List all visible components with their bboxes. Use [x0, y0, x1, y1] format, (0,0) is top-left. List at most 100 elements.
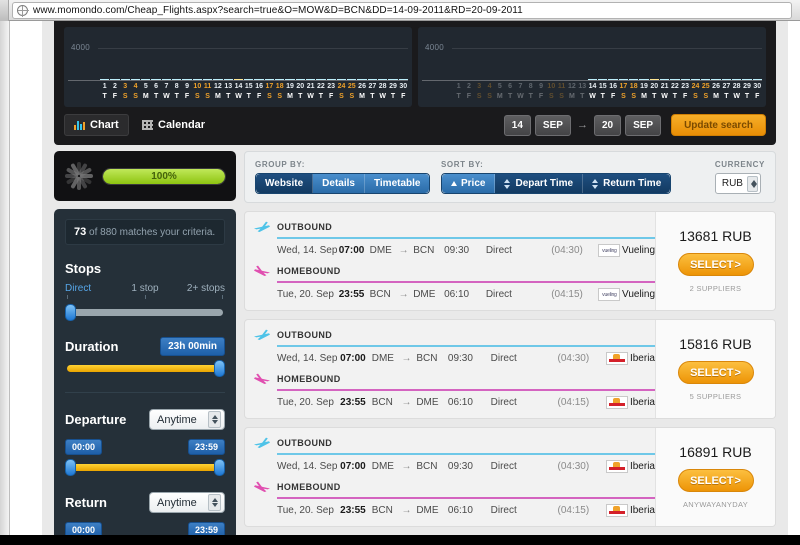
chart-day-tick[interactable]: 26 M — [357, 82, 366, 104]
chart-day-tick[interactable]: 11 S — [557, 82, 566, 104]
chart-day-tick[interactable]: 4S — [485, 82, 494, 104]
depart-day-chip[interactable]: 14 — [503, 114, 531, 136]
chart-day-tick[interactable]: 19 M — [285, 82, 294, 104]
chart-day-tick[interactable]: 10 S — [547, 82, 556, 104]
chart-day-tick[interactable]: 17 S — [619, 82, 628, 104]
chart-day-tick[interactable]: 28 W — [378, 82, 387, 104]
chart-day-tick[interactable]: 25 S — [701, 82, 710, 104]
chart-day-tick[interactable]: 3S — [475, 82, 484, 104]
flight-result-card[interactable]: OUTBOUND Wed, 14. Sep 07:00 DME → BCN 09:30 Dir… — [244, 211, 776, 311]
chart-day-tick[interactable]: 13 T — [224, 82, 233, 104]
flight-result-card[interactable]: OUTBOUND Wed, 14. Sep 07:00 DME → BCN 09:30 Dir… — [244, 427, 776, 527]
chart-day-tick[interactable]: 25 S — [347, 82, 356, 104]
chart-day-tick[interactable]: 1T — [100, 82, 109, 104]
chart-day-tick[interactable]: 16 F — [608, 82, 617, 104]
chart-day-tick[interactable]: 12 M — [213, 82, 222, 104]
chart-day-tick[interactable]: 4S — [131, 82, 140, 104]
return-time-select[interactable]: Anytime — [149, 492, 225, 513]
sort-by-return-time[interactable]: Return Time — [583, 174, 671, 193]
stops-slider[interactable] — [65, 303, 225, 321]
chart-day-tick[interactable]: 18 S — [629, 82, 638, 104]
chart-day-tick[interactable]: 9F — [536, 82, 545, 104]
departure-slider-knob-right[interactable] — [214, 459, 225, 476]
chart-day-tick[interactable]: 13 T — [578, 82, 587, 104]
chart-x-axis-days[interactable]: 1 T 2 F 3 S 4 S 5 M 6 T 7 W 8 T 9 F 10 S 11 S 12 M 13 T 14 W 15 T 16 F 1… — [454, 82, 762, 104]
chart-day-tick[interactable]: 2F — [464, 82, 473, 104]
chart-day-tick[interactable]: 8T — [526, 82, 535, 104]
chart-day-tick[interactable]: 20 T — [296, 82, 305, 104]
flight-result-card[interactable]: OUTBOUND Wed, 14. Sep 07:00 DME → BCN 09:30 Dir… — [244, 319, 776, 419]
chart-bars[interactable] — [100, 30, 408, 80]
chart-day-tick[interactable]: 21 W — [306, 82, 315, 104]
chart-day-tick[interactable]: 10 S — [193, 82, 202, 104]
update-search-button[interactable]: Update search — [671, 114, 766, 136]
chart-day-tick[interactable]: 19 M — [639, 82, 648, 104]
select-button[interactable]: SELECT > — [677, 361, 754, 384]
flight-stops: Direct — [490, 461, 517, 472]
chart-day-tick[interactable]: 22 T — [670, 82, 679, 104]
chart-day-tick[interactable]: 16 F — [254, 82, 263, 104]
chart-day-tick[interactable]: 27 T — [368, 82, 377, 104]
outbound-price-chart[interactable]: 4000 1 T 2 F 3 S 4 S 5 M 6 T 7 W 8 T 9 F 10 S 11 S 12 M 13 T 14 W 15… — [64, 27, 412, 107]
departure-time-select[interactable]: Anytime — [149, 409, 225, 430]
stops-option-1stop[interactable]: 1 stop — [118, 283, 171, 294]
duration-slider[interactable] — [65, 359, 225, 377]
chart-day-tick[interactable]: 24 S — [691, 82, 700, 104]
chart-day-tick[interactable]: 30 F — [399, 82, 408, 104]
chart-day-tick[interactable]: 27 T — [722, 82, 731, 104]
chart-day-tick[interactable]: 15 T — [244, 82, 253, 104]
group-by-timetable[interactable]: Timetable — [364, 174, 430, 193]
chart-day-tick[interactable]: 7W — [162, 82, 171, 104]
chart-day-tick[interactable]: 15 T — [598, 82, 607, 104]
chart-day-tick[interactable]: 29 T — [742, 82, 751, 104]
chart-day-tick[interactable]: 23 F — [327, 82, 336, 104]
currency-select[interactable]: RUB — [714, 173, 761, 194]
chart-x-axis-days[interactable]: 1 T 2 F 3 S 4 S 5 M 6 T 7 W 8 T 9 F 10 S 11 S 12 M 13 T 14 W 15 T 16 F 1… — [100, 82, 408, 104]
chart-day-tick[interactable]: 11 S — [203, 82, 212, 104]
stops-option-2plus[interactable]: 2+ stops — [172, 283, 225, 294]
departure-slider-knob-left[interactable] — [65, 459, 76, 476]
chart-day-tick[interactable]: 7W — [516, 82, 525, 104]
chart-bars[interactable] — [454, 30, 762, 80]
select-button[interactable]: SELECT > — [677, 469, 754, 492]
chart-day-tick[interactable]: 3S — [121, 82, 130, 104]
homebound-price-chart[interactable]: 4000 1 T 2 F 3 S 4 S 5 M 6 T 7 W 8 T 9 F 10 S 11 S 12 M 13 T 14 W 15… — [418, 27, 766, 107]
chart-day-tick[interactable]: 29 T — [388, 82, 397, 104]
group-by-website[interactable]: Website — [256, 174, 314, 193]
chart-day-tick[interactable]: 23 F — [681, 82, 690, 104]
chart-day-tick[interactable]: 14 W — [588, 82, 597, 104]
group-by-details[interactable]: Details — [313, 174, 365, 193]
depart-month-chip[interactable]: SEP — [534, 114, 571, 136]
chart-day-tick[interactable]: 24 S — [337, 82, 346, 104]
stops-slider-knob[interactable] — [65, 304, 76, 321]
address-bar[interactable]: www.momondo.com/Cheap_Flights.aspx?searc… — [12, 2, 792, 19]
chart-day-tick[interactable]: 18 S — [275, 82, 284, 104]
return-day-chip[interactable]: 20 — [593, 114, 622, 136]
chart-day-tick[interactable]: 28 W — [732, 82, 741, 104]
chart-day-tick[interactable]: 9F — [182, 82, 191, 104]
calendar-view-button[interactable]: Calendar — [132, 114, 215, 136]
chart-day-tick[interactable]: 2F — [110, 82, 119, 104]
chart-day-tick[interactable]: 8T — [172, 82, 181, 104]
chart-day-tick[interactable]: 14 W — [234, 82, 243, 104]
chart-day-tick[interactable]: 6T — [151, 82, 160, 104]
chart-day-tick[interactable]: 20 T — [650, 82, 659, 104]
chart-day-tick[interactable]: 6T — [505, 82, 514, 104]
duration-slider-knob[interactable] — [214, 360, 225, 377]
sort-by-depart-time[interactable]: Depart Time — [495, 174, 584, 193]
chart-day-tick[interactable]: 5M — [495, 82, 504, 104]
chart-day-tick[interactable]: 17 S — [265, 82, 274, 104]
departure-slider[interactable] — [65, 458, 225, 476]
sort-by-price[interactable]: Price — [442, 174, 496, 193]
chart-day-tick[interactable]: 26 M — [711, 82, 720, 104]
chart-day-tick[interactable]: 21 W — [660, 82, 669, 104]
chart-day-tick[interactable]: 30 F — [753, 82, 762, 104]
chart-day-tick[interactable]: 5M — [141, 82, 150, 104]
chart-view-button[interactable]: Chart — [64, 114, 129, 136]
chart-day-tick[interactable]: 12 M — [567, 82, 576, 104]
return-month-chip[interactable]: SEP — [625, 114, 662, 136]
chart-day-tick[interactable]: 22 T — [316, 82, 325, 104]
select-button[interactable]: SELECT > — [677, 253, 754, 276]
chart-day-tick[interactable]: 1T — [454, 82, 463, 104]
stops-option-direct[interactable]: Direct — [65, 283, 118, 294]
